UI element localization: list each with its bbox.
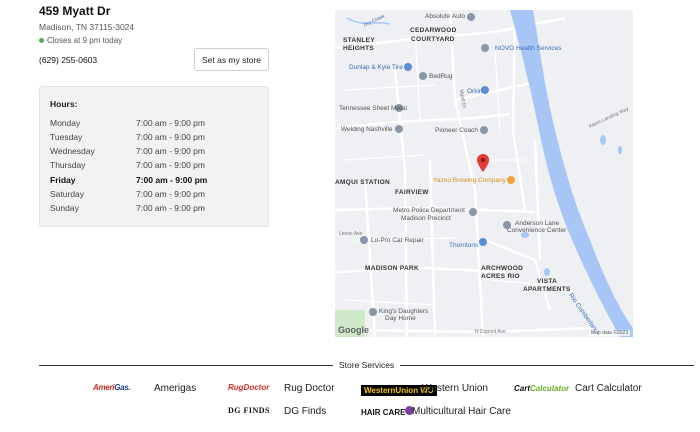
hours-time: 7:00 am - 9:00 pm	[136, 175, 208, 185]
hours-time: 7:00 am - 9:00 pm	[136, 118, 205, 128]
map-label-orkin: Orkin	[467, 88, 483, 95]
service-name-western-union[interactable]: Western Union	[422, 383, 488, 394]
google-logo: Google	[338, 325, 369, 335]
map-base	[335, 10, 633, 337]
map-label-apartments: APARTMENTS	[523, 286, 571, 293]
rug-doctor-logo-icon: RugDoctor	[228, 383, 270, 392]
store-phone[interactable]: (629) 255-0603	[39, 55, 97, 65]
hours-time: 7:00 am - 9:00 pm	[136, 189, 205, 199]
map-label-anderson-2: Convenience Center	[507, 227, 567, 234]
set-as-my-store-button[interactable]: Set as my store	[194, 48, 269, 71]
hours-box: Hours: Monday 7:00 am - 9:00 pm Tuesday …	[39, 86, 269, 227]
map-label-lo-pro: Lo-Pro Car Repair	[371, 237, 424, 244]
map-label-amqui-station: AMQUI STATION	[335, 179, 390, 186]
map-label-metro-police-2: Madison Precinct	[401, 215, 451, 222]
hours-day: Sunday	[50, 203, 79, 213]
map-label-pioneer-coach: Pioneer Coach	[435, 127, 478, 134]
dg-finds-logo-icon: DG FINDS	[228, 406, 271, 415]
map-label-absolute-auto: Absolute Auto	[425, 13, 466, 20]
services-title: Store Services	[333, 360, 401, 370]
hours-time: 7:00 am - 9:00 pm	[136, 132, 205, 142]
map-label-heights: HEIGHTS	[343, 45, 374, 52]
hours-heading: Hours:	[50, 99, 78, 109]
map-label-vista: VISTA	[537, 278, 558, 285]
service-name-cart-calculator[interactable]: Cart Calculator	[575, 383, 642, 394]
store-status: Closes at 9 pm today	[39, 36, 122, 45]
map-label-archwood: ARCHWOOD	[481, 265, 524, 272]
map-label-novo: NOVO Health Services	[495, 45, 562, 52]
store-location-pin-icon[interactable]	[477, 154, 489, 172]
store-map[interactable]: Absolute Auto Dry Creek CEDARWOOD COURTY…	[335, 10, 633, 337]
hours-day: Wednesday	[50, 146, 95, 156]
status-dot-icon	[39, 38, 44, 43]
map-label-kings-2: Day Home	[385, 315, 416, 322]
map-label-yazoo: Yazoo Brewing Company	[433, 177, 506, 184]
hours-row-today: Friday 7:00 am - 9:00 pm	[50, 175, 260, 185]
map-label-madison-park: MADISON PARK	[365, 265, 420, 272]
map-label-dunlap: Dunlap & Kyle Tire	[349, 64, 403, 71]
map-data-attribution[interactable]: Map data ©2023	[588, 330, 630, 336]
amerigas-logo-icon: AmeriGas.	[93, 383, 131, 392]
hours-day: Monday	[50, 118, 81, 128]
service-hair-care[interactable]: HAIR CARE	[361, 406, 415, 417]
hair-care-logo-icon: HAIR CARE	[361, 406, 415, 417]
map-label-fairview: FAIRVIEW	[395, 189, 429, 196]
hours-row: Sunday 7:00 am - 9:00 pm	[50, 203, 260, 213]
hours-row: Wednesday 7:00 am - 9:00 pm	[50, 146, 260, 156]
service-cart-calculator[interactable]: CartCalculator	[514, 384, 569, 393]
hours-day: Tuesday	[50, 132, 83, 142]
map-label-courtyard: COURTYARD	[411, 36, 455, 43]
hours-row: Tuesday 7:00 am - 9:00 pm	[50, 132, 260, 142]
hours-day: Friday	[50, 175, 76, 185]
hours-day: Thursday	[50, 160, 86, 170]
hours-row: Saturday 7:00 am - 9:00 pm	[50, 189, 260, 199]
map-label-thorntons: Thorntons	[449, 242, 479, 249]
map-label-anderson-1: Anderson Lane	[515, 220, 560, 227]
map-label-kings-1: King's Daughters	[379, 308, 429, 315]
map-label-welding-nashville: Welding Nashville	[341, 126, 393, 133]
hours-time: 7:00 am - 9:00 pm	[136, 203, 205, 213]
hours-time: 7:00 am - 9:00 pm	[136, 160, 205, 170]
hours-row: Thursday 7:00 am - 9:00 pm	[50, 160, 260, 170]
service-name-dg-finds[interactable]: DG Finds	[284, 406, 326, 417]
store-title: 459 Myatt Dr	[39, 4, 111, 18]
service-rug-doctor[interactable]: RugDoctor	[228, 383, 269, 392]
store-status-text: Closes at 9 pm today	[47, 36, 123, 45]
cart-calculator-logo-icon: CartCalculator	[514, 384, 570, 393]
service-dg-finds[interactable]: DG FINDS	[228, 406, 270, 415]
map-label-acres-rio: ACRES RIO	[481, 273, 520, 280]
hours-time: 7:00 am - 9:00 pm	[136, 146, 205, 156]
store-city: Madison, TN 37115-3024	[39, 22, 135, 32]
map-label-lenox: Lenox Ave	[339, 231, 363, 237]
hours-day: Saturday	[50, 189, 85, 199]
map-label-tennessee-sheet-metal: Tennessee Sheet Metal	[339, 105, 407, 112]
service-name-hair-care[interactable]: Multicultural Hair Care	[412, 406, 511, 417]
service-amerigas[interactable]: AmeriGas.	[93, 383, 131, 392]
service-name-rug-doctor[interactable]: Rug Doctor	[284, 383, 335, 394]
hours-row: Monday 7:00 am - 9:00 pm	[50, 118, 260, 128]
service-name-amerigas[interactable]: Amerigas	[154, 383, 196, 394]
map-label-bedrug: BedRug	[429, 73, 453, 80]
map-label-metro-police-1: Metro Police Department	[393, 207, 465, 214]
map-label-dupont: N Dupont Ave	[475, 329, 506, 335]
map-label-cedarwood: CEDARWOOD	[410, 27, 457, 34]
map-label-stanley: STANLEY	[343, 37, 375, 44]
